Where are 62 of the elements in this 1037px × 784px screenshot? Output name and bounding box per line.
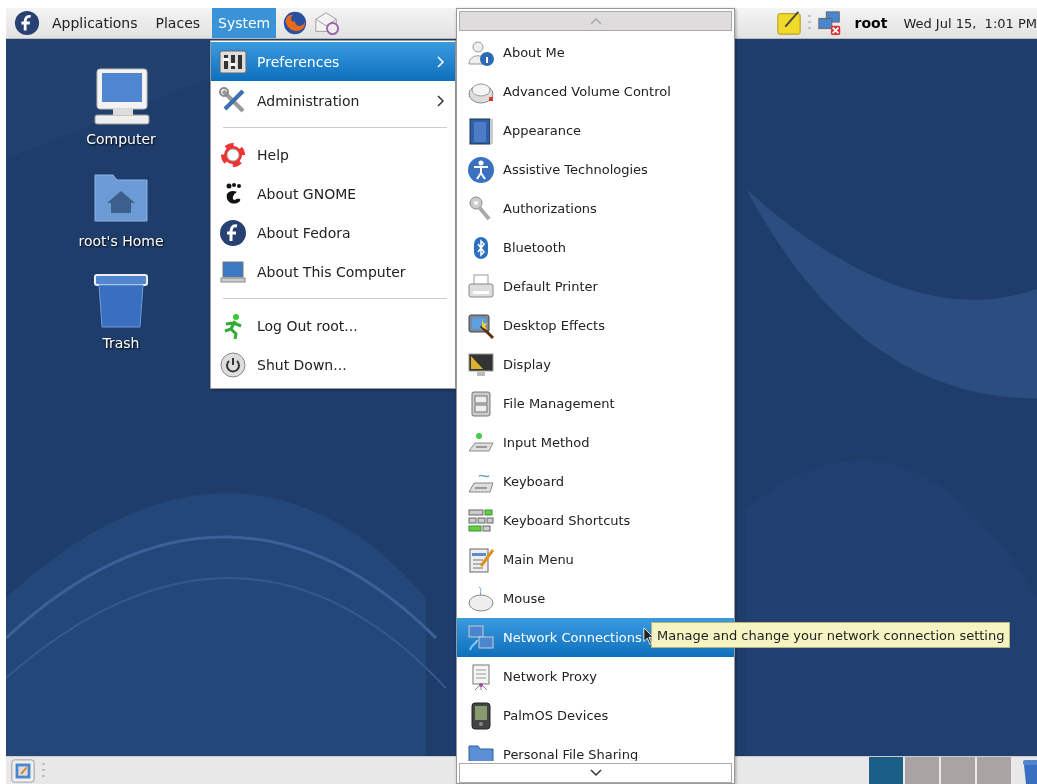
magic-wand-icon [467,311,495,340]
network-disconnected-icon[interactable] [816,10,843,36]
printer-icon [467,272,495,301]
fedora-logo-icon [219,218,247,247]
menu-item[interactable]: Advanced Volume Control [457,72,734,111]
menu-item[interactable]: Keyboard [457,462,734,501]
menu-item[interactable]: About Me [457,33,734,72]
menu-item[interactable]: Shut Down... [211,345,455,384]
menu-item[interactable]: Network Proxy [457,657,734,696]
mouse-icon [467,584,495,613]
power-icon [219,350,247,379]
menu-item[interactable]: Desktop Effects [457,306,734,345]
clock[interactable]: Wed Jul 15, 1:01 PM [903,15,1037,31]
menu-item[interactable]: Main Menu [457,540,734,579]
trash-icon[interactable] [91,271,151,331]
fedora-logo-icon[interactable] [14,10,40,36]
menu-item[interactable]: Mouse [457,579,734,618]
menu-item[interactable]: Help [211,135,455,174]
window-icon [467,116,495,145]
tooltip: Manage and change your network connection setting [651,622,1011,648]
network-icon [467,623,495,652]
desktop-icon-label[interactable]: root's Home [78,233,164,249]
key-grid-icon [467,506,495,535]
menu-item[interactable]: Display [457,345,734,384]
trash-icon[interactable] [1021,757,1037,784]
menu-item[interactable]: Keyboard Shortcuts [457,501,734,540]
computer-icon[interactable] [91,67,151,127]
mouse-pointer-icon [643,627,655,646]
desktop-icon-label[interactable]: Trash [102,335,140,351]
menu-item[interactable]: Authorizations [457,189,734,228]
menu-item[interactable]: Preferences [211,42,455,81]
tools-icon [219,86,247,115]
menu-item[interactable]: File Management [457,384,734,423]
control-panel-icon [219,47,247,76]
menu-item[interactable]: Default Printer [457,267,734,306]
scroll-down-button[interactable] [459,763,732,783]
menu-item[interactable]: Input Method [457,423,734,462]
notes-icon[interactable] [775,10,802,36]
person-info-icon [467,38,495,67]
firefox-icon[interactable] [282,10,309,36]
caret-up-icon [589,17,602,25]
show-desktop-icon[interactable] [10,757,36,784]
menu-item[interactable]: About Fedora [211,213,455,252]
user-name[interactable]: root [854,15,888,31]
monitor-icon [467,350,495,379]
menu-item[interactable]: Bluetooth [457,228,734,267]
menu-item[interactable]: Assistive Technologies [457,150,734,189]
caret-down-icon [589,769,602,777]
panel-menu[interactable]: Places [149,8,207,38]
panel-menu[interactable]: Applications [46,8,144,38]
menu-item[interactable]: PalmOS Devices [457,696,734,735]
menu-item[interactable]: Appearance [457,111,734,150]
menu-item[interactable]: About GNOME [211,174,455,213]
menu-item[interactable]: Personal File Sharing [457,735,734,761]
menu-item[interactable]: Log Out root... [211,306,455,345]
menu-item[interactable]: Administration [211,81,455,120]
desktop-icon-label[interactable]: Computer [86,131,156,147]
mail-clock-icon[interactable] [314,10,341,36]
lifebuoy-icon [219,140,247,169]
accessibility-icon [467,155,495,184]
menu-item[interactable]: About This Computer [211,252,455,291]
list-pencil-icon [467,545,495,574]
